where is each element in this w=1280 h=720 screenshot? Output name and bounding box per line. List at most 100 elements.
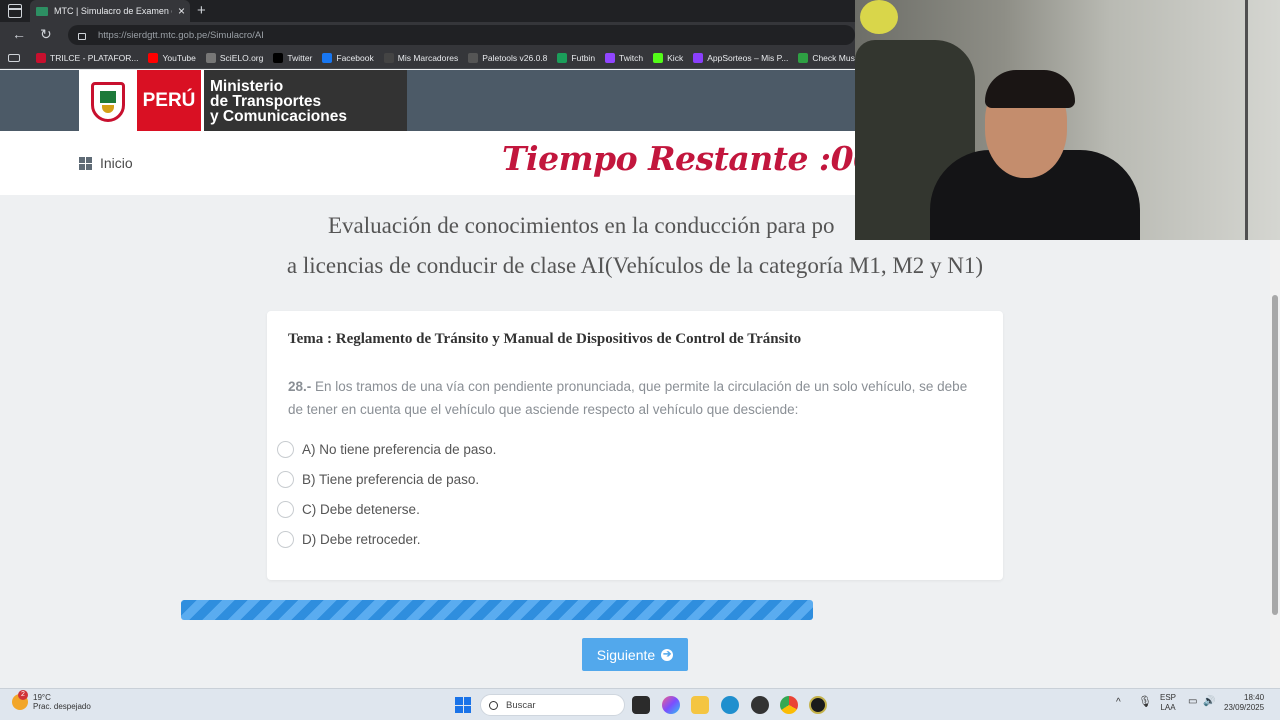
bookmark-favicon-icon	[148, 53, 159, 63]
question-text: 28.- En los tramos de una vía con pendie…	[288, 375, 978, 421]
clock[interactable]: 18:40 23/09/2025	[1224, 693, 1264, 713]
weather-widget[interactable]: 2 19°C Prac. despejado	[12, 690, 91, 711]
tab-close-icon[interactable]: ×	[178, 4, 185, 18]
bookmark-item[interactable]: Twitter	[273, 53, 312, 63]
question-topic: Tema : Reglamento de Tránsito y Manual d…	[288, 331, 802, 347]
bookmark-item[interactable]: SciELO.org	[205, 53, 264, 63]
bookmark-label: AppSorteos – Mis P...	[707, 53, 789, 63]
bookmark-item[interactable]: Mis Marcadores	[383, 53, 459, 63]
notification-badge: 2	[18, 690, 28, 700]
question-number: 28.-	[288, 379, 312, 394]
bookmark-favicon-icon	[798, 53, 809, 63]
task-view-icon[interactable]	[632, 696, 650, 714]
option-d[interactable]: D) Debe retroceder.	[277, 531, 421, 548]
weather-condition: Prac. despejado	[33, 702, 91, 711]
option-c-label: C) Debe detenerse.	[302, 502, 420, 517]
bookmark-favicon-icon	[693, 53, 704, 63]
exam-progress-bar	[181, 600, 813, 620]
bookmark-item[interactable]: YouTube	[148, 53, 196, 63]
scrollbar-thumb[interactable]	[1272, 295, 1278, 615]
bookmark-item[interactable]: Twitch	[605, 53, 643, 63]
copilot-icon[interactable]	[662, 696, 680, 714]
obs-icon[interactable]	[809, 696, 827, 714]
tab-actions-icon[interactable]	[8, 4, 22, 18]
option-b-label: B) Tiene preferencia de paso.	[302, 472, 480, 487]
language-top: ESP	[1160, 693, 1177, 702]
webcam-overlay	[855, 0, 1280, 240]
taskbar-search[interactable]: Buscar	[480, 694, 625, 716]
ministry-line-3: y Comunicaciones	[210, 108, 347, 125]
option-a-radio[interactable]	[277, 441, 294, 458]
bookmark-item[interactable]: TRILCE - PLATAFOR...	[36, 53, 138, 63]
tab-title: MTC | Simulacro de Examen de C	[54, 6, 172, 16]
option-d-radio[interactable]	[277, 531, 294, 548]
bookmark-label: Futbin	[571, 53, 596, 63]
volume-icon[interactable]: 🔊	[1203, 697, 1215, 707]
bookmark-item[interactable]: Kick	[653, 53, 683, 63]
url-field[interactable]: https://sierdgtt.mtc.gob.pe /Simulacro/A…	[68, 25, 855, 45]
chrome-icon[interactable]	[780, 696, 798, 714]
bookmark-label: TRILCE - PLATAFOR...	[50, 53, 139, 63]
new-tab-button[interactable]: +	[197, 2, 206, 19]
next-label: Siguiente	[596, 646, 656, 663]
bookmark-label: YouTube	[162, 53, 196, 63]
bookmarks-menu-icon[interactable]	[8, 54, 20, 62]
back-arrow-icon[interactable]: ←	[12, 26, 26, 42]
site-header: PERÚ Ministerio de Transportes y Comunic…	[0, 70, 855, 131]
inicio-link[interactable]: Inicio	[79, 155, 133, 171]
url-path: /Simulacro/AI	[207, 29, 264, 41]
search-icon	[489, 700, 498, 710]
site-info-icon[interactable]	[78, 32, 86, 40]
option-d-label: D) Debe retroceder.	[302, 532, 421, 547]
page-scrollbar[interactable]	[1270, 240, 1280, 688]
bookmark-item[interactable]: Futbin	[557, 53, 595, 63]
option-b[interactable]: B) Tiene preferencia de paso.	[277, 471, 479, 488]
inicio-label: Inicio	[100, 155, 133, 171]
next-button[interactable]: Siguiente ➔	[582, 638, 688, 671]
bookmark-label: Twitch	[619, 53, 644, 63]
option-c-radio[interactable]	[277, 501, 294, 518]
reload-icon[interactable]: ↻	[40, 26, 52, 43]
temperature: 19°C	[33, 693, 51, 702]
bookmark-item[interactable]: Paletools v26.0.8	[468, 53, 547, 63]
bookmark-label: Paletools v26.0.8	[482, 53, 548, 63]
url-host: https://sierdgtt.mtc.gob.pe	[98, 29, 208, 41]
bookmark-favicon-icon	[273, 53, 284, 63]
clock-date: 23/09/2025	[1224, 703, 1265, 712]
question-card: Tema : Reglamento de Tránsito y Manual d…	[267, 311, 1003, 580]
bookmark-favicon-icon	[605, 53, 616, 63]
option-a[interactable]: A) No tiene preferencia de paso.	[277, 441, 496, 458]
app-icon[interactable]	[751, 696, 769, 714]
ministry-line-2: de Transportes	[210, 93, 322, 110]
windows-start-icon[interactable]	[455, 697, 471, 713]
chevron-up-icon[interactable]: ^	[1116, 698, 1121, 708]
bookmark-favicon-icon	[322, 53, 333, 63]
coat-of-arms-icon	[79, 70, 137, 131]
mtc-logo[interactable]: PERÚ Ministerio de Transportes y Comunic…	[79, 70, 407, 131]
option-c[interactable]: C) Debe detenerse.	[277, 501, 420, 518]
arrow-right-icon: ➔	[661, 648, 674, 661]
bookmark-item[interactable]: Facebook	[322, 53, 374, 63]
bookmark-label: SciELO.org	[219, 53, 264, 63]
language-bottom: LAA	[1160, 703, 1176, 712]
sun-icon: 2	[12, 690, 28, 710]
exam-title-line-1: Evaluación de conocimientos en la conduc…	[328, 213, 835, 238]
nav-row: Inicio Tiempo Restante :00:34:04	[0, 131, 989, 195]
language-indicator[interactable]: ESP LAA	[1160, 693, 1176, 713]
network-icon[interactable]: ▭	[1188, 697, 1197, 707]
option-b-radio[interactable]	[277, 471, 294, 488]
file-explorer-icon[interactable]	[691, 696, 709, 714]
search-placeholder: Buscar	[506, 699, 536, 711]
browser-tab[interactable]: MTC | Simulacro de Examen de C ×	[30, 0, 190, 22]
exam-title-line-2: a licencias de conducir de clase AI(Vehí…	[286, 253, 984, 278]
bookmark-favicon-icon	[205, 53, 216, 63]
bookmark-item[interactable]: AppSorteos – Mis P...	[693, 53, 788, 63]
site-favicon-icon	[36, 6, 48, 16]
microphone-icon[interactable]: 🎙	[1138, 697, 1152, 708]
peru-label: PERÚ	[137, 70, 202, 131]
ministry-name: Ministerio de Transportes y Comunicacion…	[202, 70, 407, 131]
bookmark-label: Mis Marcadores	[397, 53, 459, 63]
edge-icon[interactable]	[721, 696, 739, 714]
ministry-line-1: Ministerio	[210, 78, 284, 95]
option-a-label: A) No tiene preferencia de paso.	[302, 442, 497, 457]
